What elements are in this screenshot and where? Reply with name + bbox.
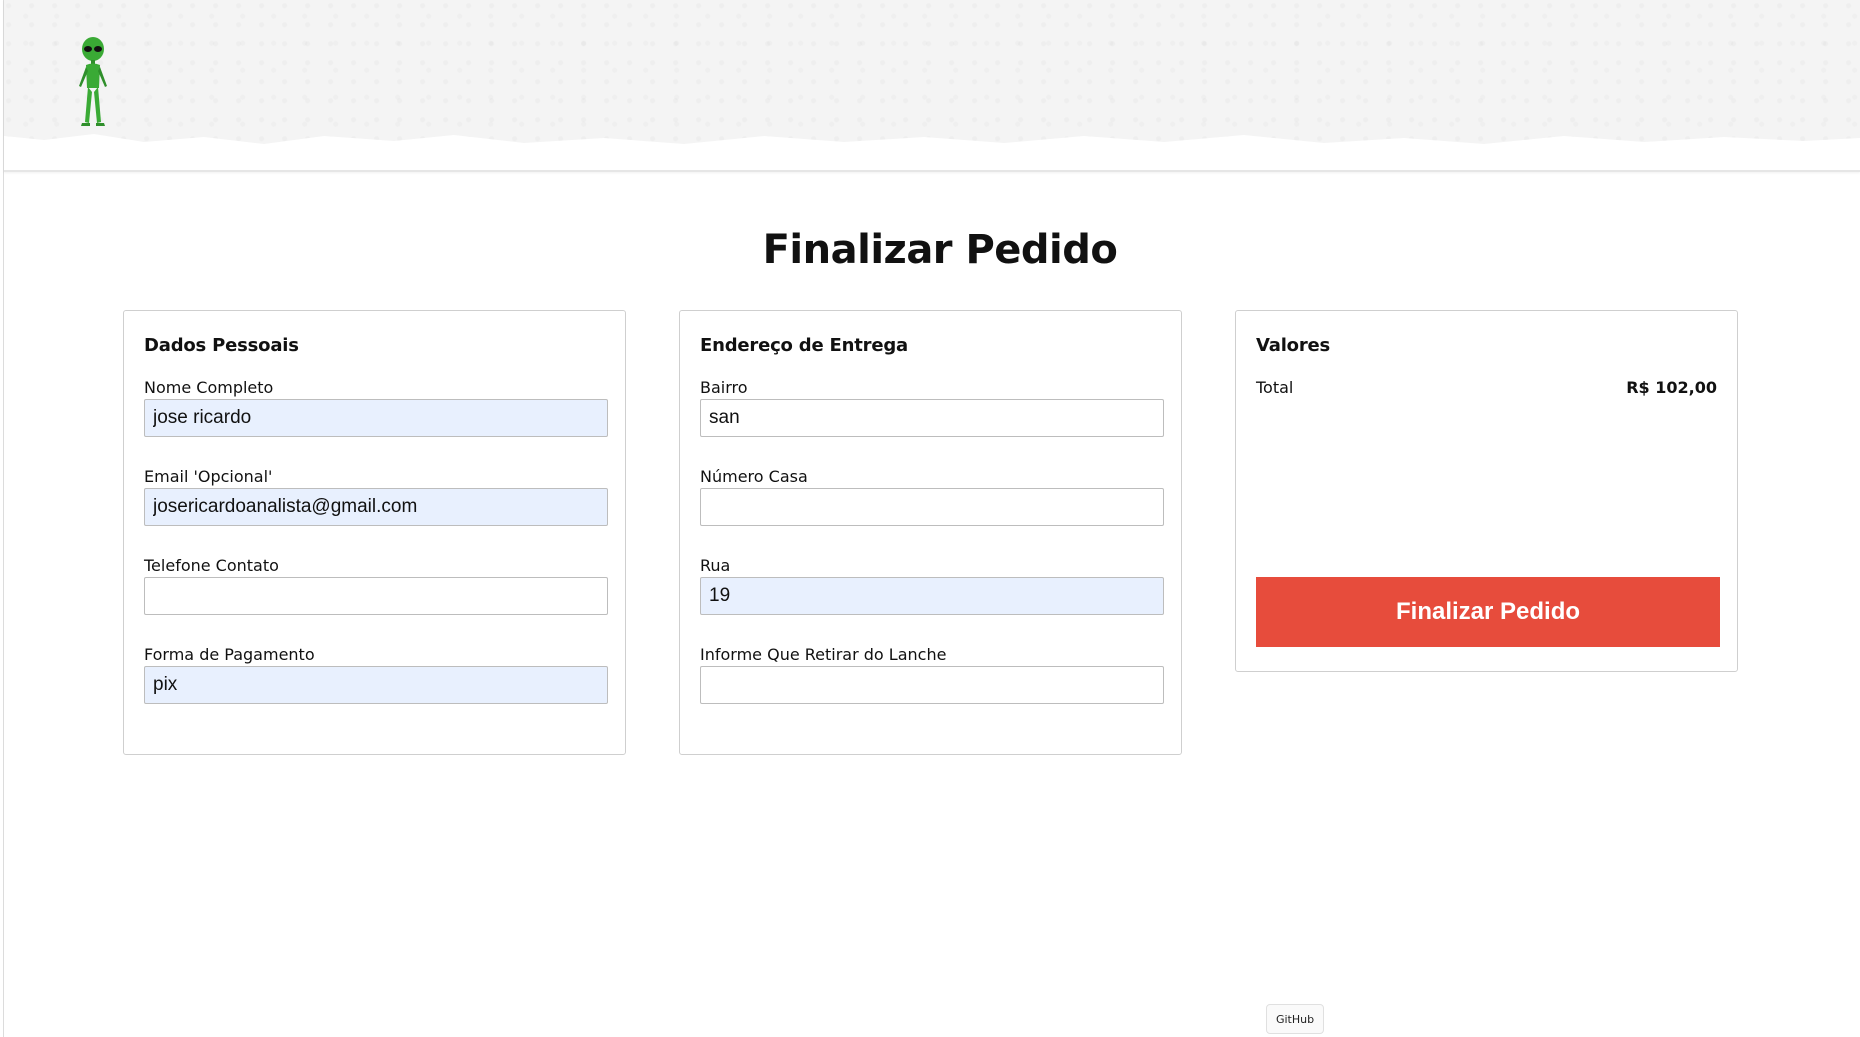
full-name-input[interactable] [144, 399, 608, 437]
neighborhood-input[interactable] [700, 399, 1164, 437]
total-value: R$ 102,00 [1626, 378, 1717, 397]
email-input[interactable] [144, 488, 608, 526]
page-title: Finalizar Pedido [762, 226, 1118, 273]
remove-items-group: Informe Que Retirar do Lanche [700, 645, 1164, 704]
remove-items-label: Informe Que Retirar do Lanche [700, 645, 947, 664]
personal-data-card: Dados Pessoais Nome Completo Email 'Opci… [123, 310, 626, 755]
house-number-group: Número Casa [700, 467, 1164, 526]
payment-method-label: Forma de Pagamento [144, 645, 315, 664]
remove-items-input[interactable] [700, 666, 1164, 704]
delivery-address-card: Endereço de Entrega Bairro Número Casa R… [679, 310, 1182, 755]
alien-logo-icon[interactable] [70, 36, 116, 128]
phone-input[interactable] [144, 577, 608, 615]
neighborhood-group: Bairro [700, 378, 1164, 437]
phone-group: Telefone Contato [144, 556, 608, 615]
github-link[interactable]: GitHub [1266, 1004, 1324, 1034]
house-number-input[interactable] [700, 488, 1164, 526]
personal-data-title: Dados Pessoais [144, 335, 299, 356]
email-group: Email 'Opcional' [144, 467, 608, 526]
full-name-label: Nome Completo [144, 378, 274, 397]
site-header [4, 0, 1860, 172]
email-label: Email 'Opcional' [144, 467, 273, 486]
values-title: Valores [1256, 335, 1331, 356]
total-row: Total R$ 102,00 [1256, 378, 1717, 397]
torn-paper-edge [4, 134, 1860, 170]
street-input[interactable] [700, 577, 1164, 615]
values-card: Valores Total R$ 102,00 Finalizar Pedido [1235, 310, 1738, 672]
finish-order-button[interactable]: Finalizar Pedido [1256, 577, 1720, 647]
phone-label: Telefone Contato [144, 556, 279, 575]
house-number-label: Número Casa [700, 467, 808, 486]
total-label: Total [1256, 378, 1294, 397]
neighborhood-label: Bairro [700, 378, 748, 397]
payment-method-group: Forma de Pagamento [144, 645, 608, 704]
street-label: Rua [700, 556, 731, 575]
full-name-group: Nome Completo [144, 378, 608, 437]
delivery-address-title: Endereço de Entrega [700, 335, 908, 356]
payment-method-input[interactable] [144, 666, 608, 704]
street-group: Rua [700, 556, 1164, 615]
